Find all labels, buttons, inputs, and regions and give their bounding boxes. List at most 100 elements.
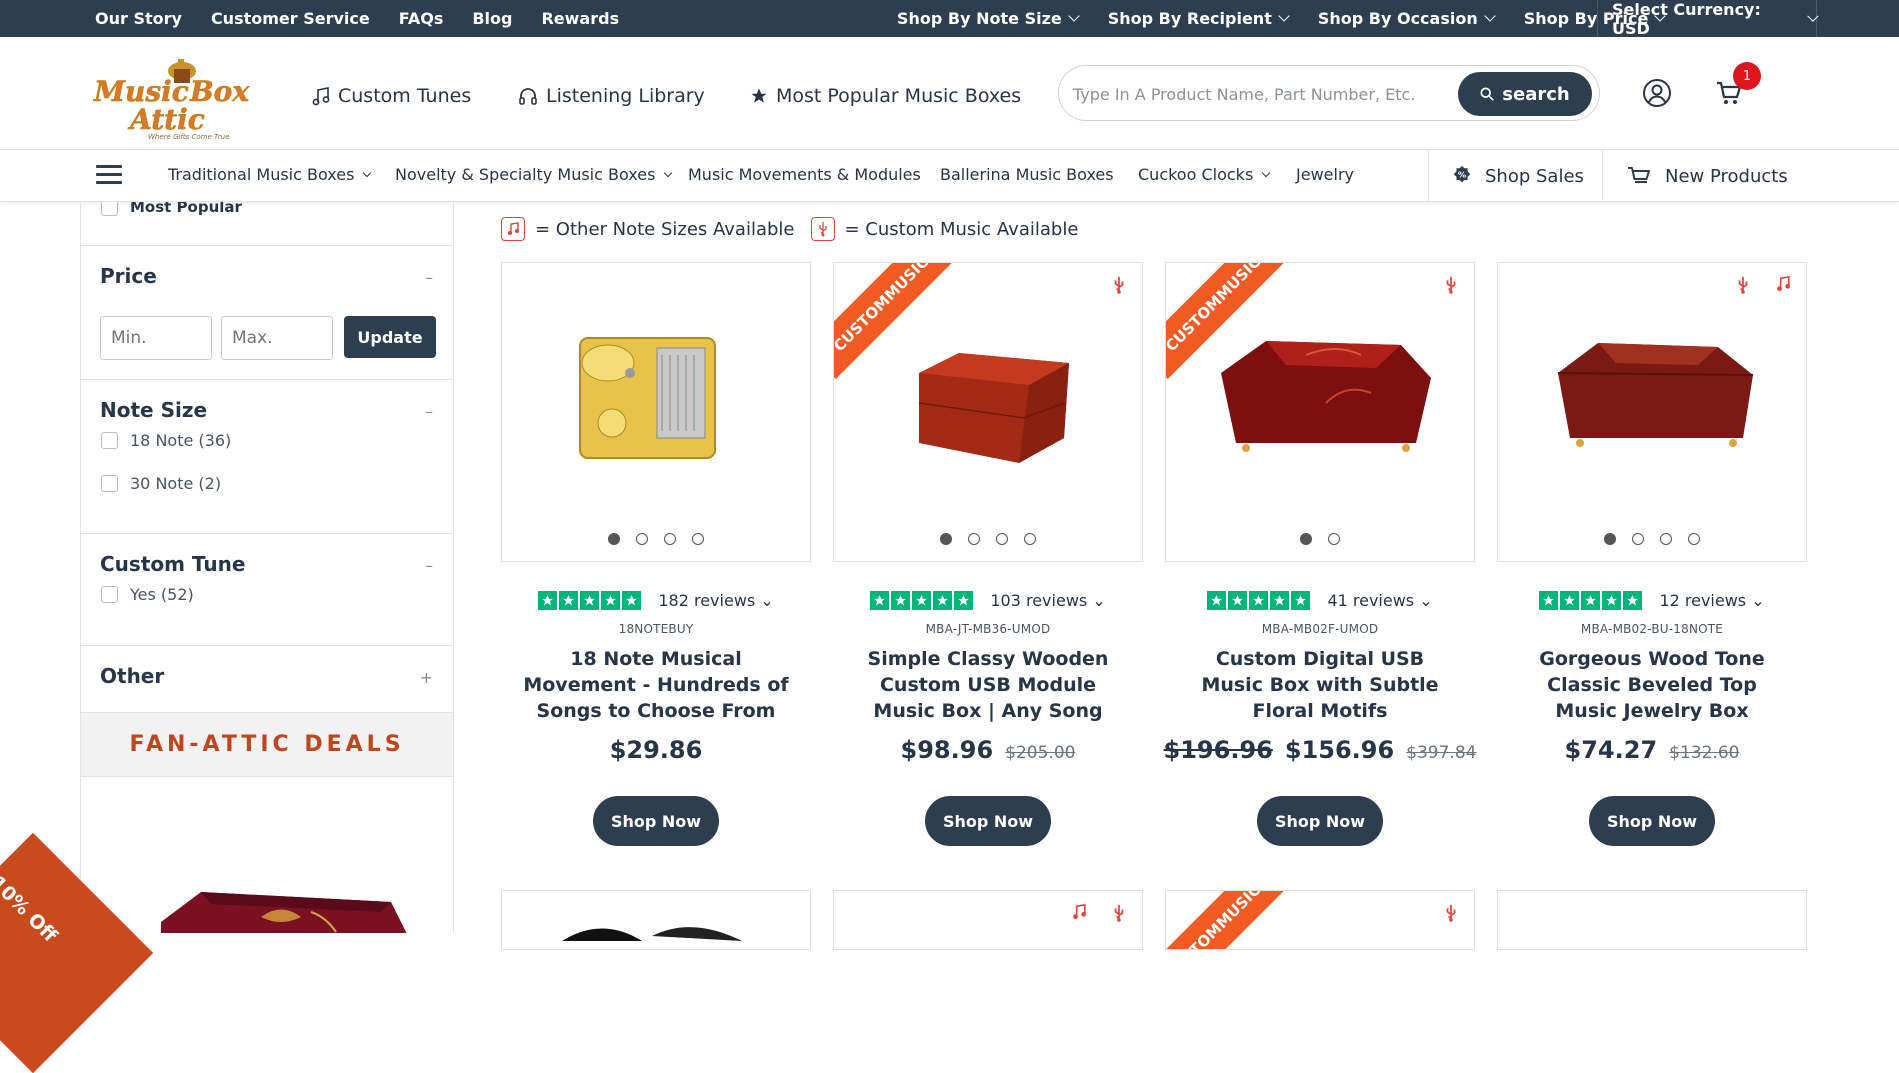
nav-item-label: Music Movements & Modules [688, 165, 921, 184]
reviews-dropdown[interactable]: 41 reviews ⌄ [1327, 591, 1432, 610]
custom-tune-option-yes[interactable]: Yes (52) [101, 585, 194, 604]
sale-price: $29.86 [609, 736, 703, 764]
nav-item-label: Ballerina Music Boxes [940, 165, 1114, 184]
nav-ballerina[interactable]: Ballerina Music Boxes [940, 165, 1114, 184]
note-size-option-30[interactable]: 30 Note (2) [101, 474, 221, 493]
price-update-button[interactable]: Update [344, 316, 436, 358]
blog-link[interactable]: Blog [472, 9, 512, 28]
deal-product-image[interactable] [141, 862, 421, 933]
headphones-icon [519, 88, 537, 105]
image-carousel-dots [1166, 533, 1474, 545]
nav-jewelry[interactable]: Jewelry [1296, 165, 1354, 184]
site-logo[interactable]: Music Box Attic Where Gifts Come True [90, 49, 250, 141]
product-image-card[interactable] [1497, 890, 1807, 950]
carousel-dot[interactable] [664, 533, 676, 545]
faqs-link[interactable]: FAQs [399, 9, 444, 28]
shop-now-button[interactable]: Shop Now [1257, 796, 1383, 846]
new-products-link[interactable]: New Products [1602, 150, 1802, 202]
account-button[interactable] [1642, 78, 1672, 112]
search-button[interactable]: search [1458, 72, 1592, 116]
carousel-dot[interactable] [996, 533, 1008, 545]
search-input[interactable] [1073, 80, 1453, 108]
nav-cuckoo-clocks[interactable]: Cuckoo Clocks [1138, 165, 1271, 184]
product-image-card[interactable] [1497, 262, 1807, 562]
usb-icon [1446, 904, 1456, 922]
nav-music-movements[interactable]: Music Movements & Modules [688, 165, 921, 184]
customer-service-link[interactable]: Customer Service [211, 9, 370, 28]
most-popular-option[interactable]: Most Popular [101, 202, 242, 216]
nav-traditional-music-boxes[interactable]: Traditional Music Boxes [168, 165, 372, 184]
custom-tune-filter-title: Custom Tune [100, 552, 246, 576]
shop-now-button[interactable]: Shop Now [925, 796, 1051, 846]
product-image [579, 337, 716, 459]
product-image-card[interactable] [833, 890, 1143, 950]
carousel-dot[interactable] [1688, 533, 1700, 545]
chevron-down-icon [1068, 10, 1080, 22]
carousel-dot[interactable] [940, 533, 952, 545]
review-count: 182 reviews [658, 591, 756, 610]
filter-sidebar: Most Popular Price – Update Note Size – … [80, 202, 454, 933]
nav-item-label: Jewelry [1296, 165, 1354, 184]
hamburger-menu-icon[interactable] [96, 165, 122, 185]
most-popular-link[interactable]: Most Popular Music Boxes [750, 85, 1021, 107]
checkbox[interactable] [101, 475, 118, 492]
chevron-down-icon [1484, 10, 1496, 22]
reviews-dropdown[interactable]: 12 reviews ⌄ [1659, 591, 1764, 610]
image-carousel-dots [1498, 533, 1806, 545]
product-image-card[interactable]: CUSTOMMUSIC [1165, 890, 1475, 950]
checkbox[interactable] [101, 432, 118, 449]
shop-by-recipient-menu[interactable]: Shop By Recipient [1108, 9, 1290, 28]
listening-library-link[interactable]: Listening Library [518, 85, 705, 107]
svg-text:Where Gifts Come True: Where Gifts Come True [148, 133, 229, 141]
reviews-dropdown[interactable]: 182 reviews ⌄ [658, 591, 773, 610]
product-info: 182 reviews ⌄ 18NOTEBUY 18 Note Musical … [501, 590, 811, 764]
carousel-dot[interactable] [1328, 533, 1340, 545]
price-min-input[interactable] [100, 316, 212, 360]
other-expand-toggle[interactable]: + [420, 668, 433, 687]
carousel-dot[interactable] [1660, 533, 1672, 545]
carousel-dot[interactable] [1024, 533, 1036, 545]
shop-now-button[interactable]: Shop Now [593, 796, 719, 846]
carousel-dot[interactable] [636, 533, 648, 545]
shop-now-button[interactable]: Shop Now [1589, 796, 1715, 846]
product-name[interactable]: Gorgeous Wood Tone Classic Beveled Top M… [1517, 646, 1787, 724]
price-collapse-toggle[interactable]: – [425, 268, 433, 287]
rewards-link[interactable]: Rewards [541, 9, 619, 28]
product-image-card[interactable] [501, 262, 811, 562]
fan-attic-deals-banner[interactable]: FAN-ATTIC DEALS [81, 713, 453, 777]
our-story-link[interactable]: Our Story [95, 9, 182, 28]
shop-by-occasion-menu[interactable]: Shop By Occasion [1318, 9, 1496, 28]
product-name[interactable]: Custom Digital USB Music Box with Subtle… [1185, 646, 1455, 724]
carousel-dot[interactable] [1300, 533, 1312, 545]
currency-selector[interactable]: Select Currency: USD [1597, 0, 1818, 38]
product-name[interactable]: 18 Note Musical Movement - Hundreds of S… [521, 646, 791, 724]
product-info: 41 reviews ⌄ MBA-MB02F-UMOD Custom Digit… [1164, 590, 1476, 764]
product-name[interactable]: Simple Classy Wooden Custom USB Module M… [853, 646, 1123, 724]
reviews-dropdown[interactable]: 103 reviews ⌄ [990, 591, 1105, 610]
shop-sales-link[interactable]: % Shop Sales [1428, 150, 1602, 202]
carousel-dot[interactable] [1604, 533, 1616, 545]
carousel-dot[interactable] [608, 533, 620, 545]
carousel-dot[interactable] [692, 533, 704, 545]
most-popular-checkbox[interactable] [101, 202, 118, 216]
star-icon [1602, 591, 1622, 610]
custom-tune-collapse-toggle[interactable]: – [425, 556, 433, 575]
carousel-dot[interactable] [968, 533, 980, 545]
svg-text:%: % [1458, 169, 1466, 179]
note-size-option-18[interactable]: 18 Note (36) [101, 431, 231, 450]
checkbox[interactable] [101, 586, 118, 603]
custom-music-ribbon: CUSTOMMUSIC [1166, 891, 1288, 949]
product-image-card[interactable]: CUSTOMMUSIC [1165, 262, 1475, 562]
user-icon [1643, 79, 1671, 107]
nav-novelty-specialty[interactable]: Novelty & Specialty Music Boxes [395, 165, 673, 184]
price-max-input[interactable] [221, 316, 333, 360]
product-image-card[interactable] [501, 890, 811, 950]
shop-by-note-size-menu[interactable]: Shop By Note Size [897, 9, 1080, 28]
shop-sales-label: Shop Sales [1485, 165, 1584, 187]
music-note-icon [1777, 276, 1790, 291]
carousel-dot[interactable] [1632, 533, 1644, 545]
product-image-card[interactable]: CUSTOMMUSIC [833, 262, 1143, 562]
custom-tunes-link[interactable]: Custom Tunes [312, 85, 471, 107]
note-size-collapse-toggle[interactable]: – [425, 402, 433, 421]
product-sku: 18NOTEBUY [618, 622, 694, 636]
